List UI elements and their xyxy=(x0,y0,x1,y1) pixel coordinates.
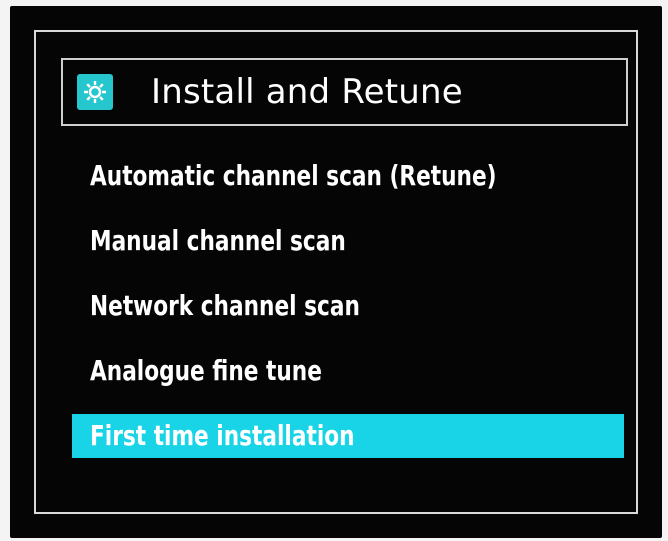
menu-item-label: Analogue fine tune xyxy=(90,354,322,387)
menu-item-manual-channel-scan[interactable]: Manual channel scan xyxy=(68,219,628,263)
menu-item-label: Manual channel scan xyxy=(90,224,346,257)
menu-item-network-channel-scan[interactable]: Network channel scan xyxy=(68,284,628,328)
install-menu-list: Automatic channel scan (Retune) Manual c… xyxy=(68,154,628,479)
menu-item-first-time-installation[interactable]: First time installation xyxy=(72,414,624,458)
menu-item-analogue-fine-tune[interactable]: Analogue fine tune xyxy=(68,349,628,393)
menu-item-label: First time installation xyxy=(90,419,355,452)
tv-screen: Install and Retune Automatic channel sca… xyxy=(10,6,662,538)
menu-item-label: Automatic channel scan (Retune) xyxy=(90,159,497,192)
settings-gear-icon xyxy=(77,74,113,110)
menu-title: Install and Retune xyxy=(151,72,463,112)
menu-item-automatic-channel-scan[interactable]: Automatic channel scan (Retune) xyxy=(68,154,628,198)
menu-item-label: Network channel scan xyxy=(90,289,360,322)
menu-header: Install and Retune xyxy=(61,58,628,126)
